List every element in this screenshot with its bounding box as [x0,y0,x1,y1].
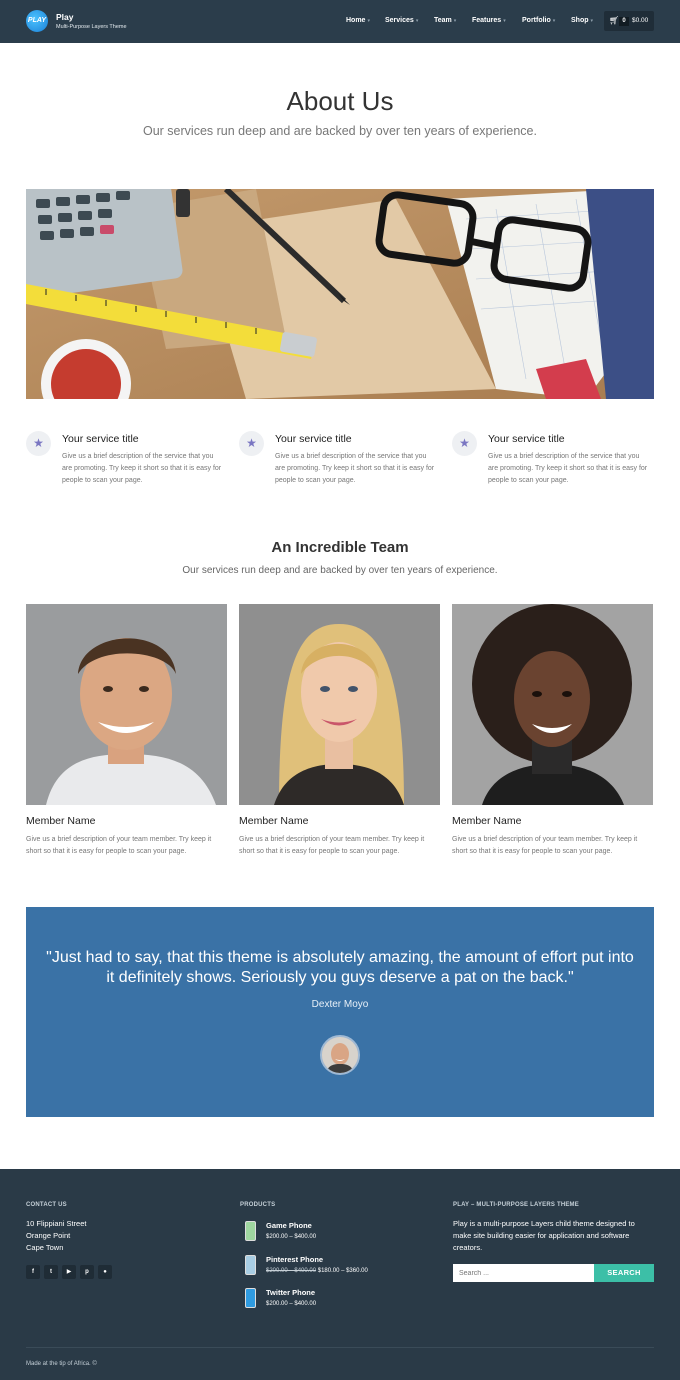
brand-tagline: Multi-Purpose Layers Theme [56,24,127,30]
service-description: Give us a brief description of the servi… [275,453,435,484]
nav-label: Team [434,17,452,24]
product-price: $200.00 – $400.00 [266,1234,317,1240]
twitter-icon[interactable]: t [44,1265,58,1279]
site-logo[interactable]: PLAY [26,10,48,32]
hero-image-desk [26,189,654,399]
cart-total: $0.00 [632,17,649,24]
product-price: $200.00 – $400.00 $180.00 – $360.00 [266,1268,368,1274]
nav-label: Services [385,17,414,24]
product-name[interactable]: Game Phone [266,1221,312,1230]
member-name[interactable]: Member Name [239,815,308,827]
nav-label: Shop [571,17,589,24]
product-item[interactable]: Game Phone $200.00 – $400.00 [240,1219,430,1245]
chevron-down-icon: ▾ [590,18,594,24]
page-title: About Us [286,86,394,116]
member-description: Give us a brief description of your team… [452,836,638,855]
nav-label: Home [346,17,366,24]
game-phone-thumbnail [245,1221,256,1241]
nav-label: Features [472,17,502,24]
star-icon: ★ [239,431,264,456]
member-description: Give us a brief description of your team… [26,836,212,855]
nav-item-home[interactable]: Home ▾ [346,17,370,24]
desk-illustration [26,189,654,399]
team-subtitle: Our services run deep and are backed by … [182,565,498,576]
product-name[interactable]: Pinterest Phone [266,1255,323,1264]
address-line: Cape Town [26,1243,64,1252]
member-photo[interactable] [452,604,653,805]
address-line: 10 Flippiani Street [26,1219,87,1228]
product-sale-price: $180.00 – $360.00 [317,1268,368,1274]
footer-divider [26,1347,654,1348]
dribbble-icon[interactable]: ● [98,1265,112,1279]
member-photo[interactable] [239,604,440,805]
product-item[interactable]: Twitter Phone $200.00 – $400.00 [240,1286,430,1312]
service-item: ★ Your service title Give us a brief des… [239,428,439,498]
member-name[interactable]: Member Name [26,815,95,827]
product-name[interactable]: Twitter Phone [266,1288,315,1297]
chevron-down-icon: ▾ [503,18,506,24]
author-avatar [320,1035,360,1075]
service-title[interactable]: Your service title [488,433,565,445]
member-name[interactable]: Member Name [452,815,521,827]
cart-count-badge: 0 [619,17,629,26]
site-footer: CONTACT US 10 Flippiani Street Orange Po… [0,1169,680,1380]
cart-button[interactable]: 🛒︎ 0 $0.00 [604,11,654,31]
member-photo[interactable] [26,604,227,805]
nav-item-portfolio[interactable]: Portfolio ▾ [522,17,555,24]
brand-name[interactable]: Play [56,12,74,22]
service-title[interactable]: Your service title [62,433,139,445]
testimonial-section: "Just had to say, that this theme is abs… [26,907,654,1117]
service-title[interactable]: Your service title [275,433,352,445]
member-description: Give us a brief description of your team… [239,836,425,855]
star-icon: ★ [452,431,477,456]
testimonial-quote: "Just had to say, that this theme is abs… [46,949,634,986]
service-item: ★ Your service title Give us a brief des… [452,428,652,498]
product-price: $200.00 – $400.00 [266,1301,317,1307]
nav-item-services[interactable]: Services ▾ [385,17,418,24]
products-heading: PRODUCTS [240,1202,276,1208]
service-description: Give us a brief description of the servi… [62,453,222,484]
nav-item-team[interactable]: Team ▾ [434,17,456,24]
youtube-icon[interactable]: ▶ [62,1265,76,1279]
product-item[interactable]: Pinterest Phone $200.00 – $400.00 $180.0… [240,1253,430,1279]
service-item: ★ Your service title Give us a brief des… [26,428,226,498]
chevron-down-icon: ▾ [453,18,457,24]
site-header: PLAY Play Multi-Purpose Layers Theme Hom… [0,0,680,43]
footer-credit: Made at the tip of Africa. © [26,1361,97,1367]
contact-heading: CONTACT US [26,1202,67,1208]
facebook-icon[interactable]: f [26,1265,40,1279]
chevron-down-icon: ▾ [552,18,556,24]
about-heading: PLAY – MULTI-PURPOSE LAYERS THEME [453,1202,579,1208]
nav-label: Portfolio [522,17,551,24]
pinterest-icon[interactable]: p [80,1265,94,1279]
cart-icon: 🛒︎ [609,16,620,25]
search-input[interactable] [453,1264,594,1282]
team-title: An Incredible Team [271,539,409,556]
twitter-phone-thumbnail [245,1288,256,1308]
chevron-down-icon: ▾ [415,18,419,24]
nav-item-features[interactable]: Features ▾ [472,17,506,24]
chevron-down-icon: ▾ [367,18,370,24]
about-text: Play is a multi-purpose Layers child the… [453,1219,635,1252]
address-line: Orange Point [26,1231,71,1240]
page-subtitle: Our services run deep and are backed by … [143,124,537,138]
product-old-price: $200.00 – $400.00 [266,1268,317,1274]
pinterest-phone-thumbnail [245,1255,256,1275]
search-button[interactable]: SEARCH [594,1264,654,1282]
testimonial-author: Dexter Moyo [311,999,369,1010]
star-icon: ★ [26,431,51,456]
nav-item-shop[interactable]: Shop ▾ [571,17,593,24]
service-description: Give us a brief description of the servi… [488,453,648,484]
